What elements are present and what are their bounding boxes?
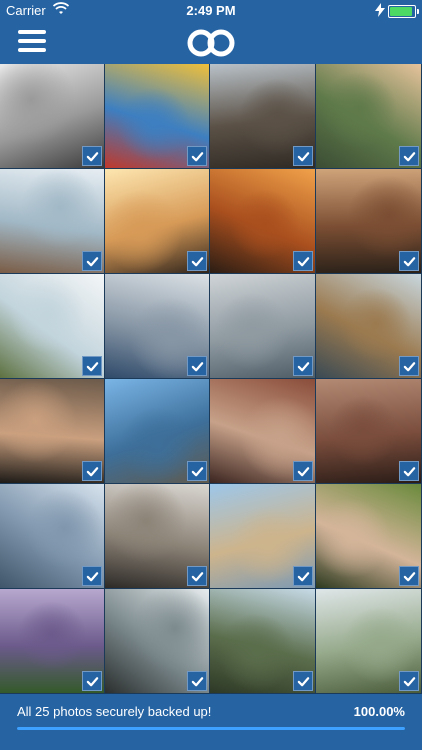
checkmark-icon[interactable] [293,356,313,376]
photo-harbor-town[interactable] [0,484,105,589]
backup-footer: All 25 photos securely backed up! 100.00… [0,694,422,750]
photo-woman-laptop[interactable] [105,484,210,589]
checkmark-icon[interactable] [293,566,313,586]
checkmark-icon[interactable] [187,671,207,691]
photo-family-beach[interactable] [210,484,316,589]
backup-progress-fill [17,727,405,730]
photo-couple-embrace[interactable] [210,379,316,484]
photo-woman-beach-dog[interactable] [0,169,105,274]
photo-grid [0,64,422,694]
checkmark-icon[interactable] [399,461,419,481]
checkmark-icon[interactable] [293,461,313,481]
checkmark-icon[interactable] [399,146,419,166]
checkmark-icon[interactable] [82,566,102,586]
checkmark-icon[interactable] [82,146,102,166]
checkmark-icon[interactable] [399,671,419,691]
checkmark-icon[interactable] [187,566,207,586]
hamburger-menu-icon[interactable] [18,30,48,56]
checkmark-icon[interactable] [82,356,102,376]
checkmark-icon[interactable] [187,461,207,481]
photo-meadow-flowers[interactable] [316,589,422,694]
checkmark-icon[interactable] [82,461,102,481]
photo-waterfall-cliff[interactable] [210,589,316,694]
photo-hikers-summit[interactable] [105,379,210,484]
checkmark-icon[interactable] [293,251,313,271]
nav-bar [0,22,422,64]
checkmark-icon[interactable] [82,251,102,271]
status-bar: Carrier 2:49 PM [0,0,422,22]
checkmark-icon[interactable] [187,356,207,376]
photo-waterfall-rocks[interactable] [105,589,210,694]
infinity-logo-icon [187,29,235,57]
photo-woman-graffiti[interactable] [105,64,210,169]
checkmark-icon[interactable] [293,671,313,691]
checkmark-icon[interactable] [293,146,313,166]
checkmark-icon[interactable] [187,146,207,166]
photo-baby-sleeping[interactable] [105,274,210,379]
photo-father-daughter[interactable] [210,274,316,379]
checkmark-icon[interactable] [399,356,419,376]
photo-pier-sunset-group[interactable] [105,169,210,274]
backup-status-text: All 25 photos securely backed up! [17,704,212,719]
charging-icon [374,3,386,17]
photo-couple-dock[interactable] [316,274,422,379]
photo-bicycle-storefront[interactable] [316,64,422,169]
backup-percent: 100.00% [353,704,405,719]
photo-grandparents-child[interactable] [316,484,422,589]
photo-friends-selfie[interactable] [0,379,105,484]
photo-waterfall-purple[interactable] [0,589,105,694]
checkmark-icon[interactable] [82,671,102,691]
photo-couple-sunset-field[interactable] [210,169,316,274]
checkmark-icon[interactable] [399,251,419,271]
checkmark-icon[interactable] [399,566,419,586]
backup-progress-bar [17,727,405,730]
photo-man-at-window[interactable] [0,64,105,169]
clock-time: 2:49 PM [186,3,236,18]
battery-icon [388,5,419,18]
photo-dog-blanket[interactable] [316,379,422,484]
checkmark-icon[interactable] [187,251,207,271]
photo-couple-dog-sea[interactable] [0,274,105,379]
photo-campfire-group[interactable] [210,64,316,169]
photo-man-beach-writing[interactable] [316,169,422,274]
